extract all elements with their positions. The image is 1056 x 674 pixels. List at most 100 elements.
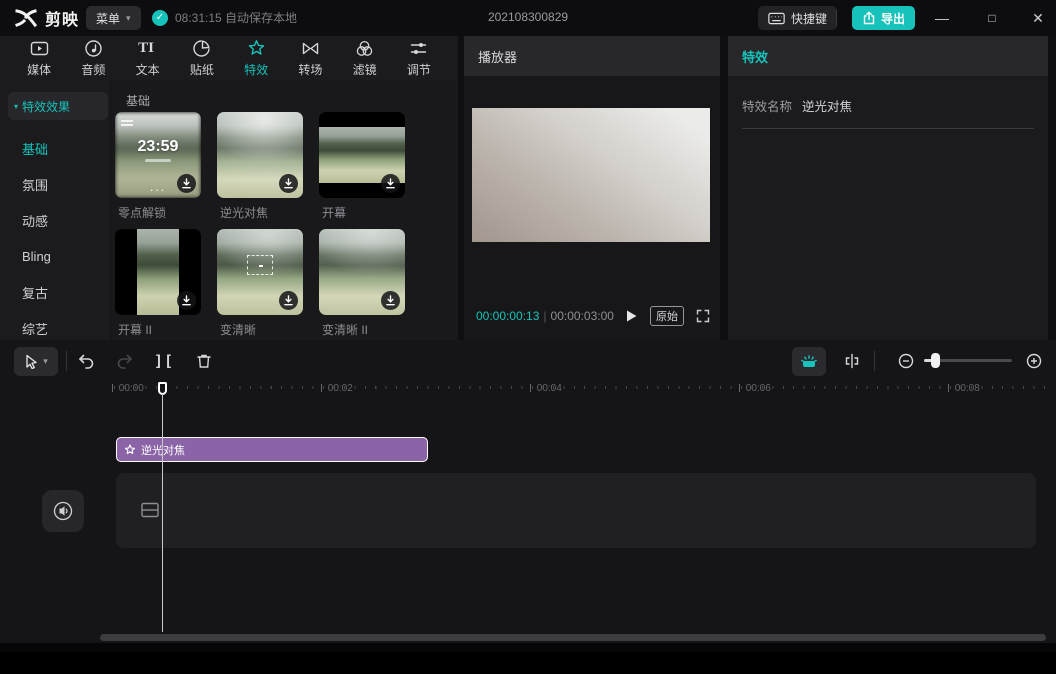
focus-frame-overlay — [247, 255, 273, 275]
delete-button[interactable] — [192, 349, 216, 373]
effect-name-label: 逆光对焦 — [217, 204, 303, 221]
asset-tab[interactable]: 调节 — [392, 36, 446, 80]
sidebar-category-item[interactable]: 动感 — [8, 202, 108, 238]
playhead-line — [162, 394, 164, 632]
film-frame-icon — [140, 501, 160, 519]
horizontal-scrollbar[interactable] — [100, 634, 1046, 641]
asset-tab[interactable]: 音频 — [66, 36, 120, 80]
timeline-bottom-strip — [0, 643, 1056, 652]
playhead[interactable] — [158, 382, 167, 674]
effect-thumbnail — [115, 229, 201, 315]
player-panel: 播放器 00:00:00:13 | 00:00:03:00 原始 — [464, 36, 720, 340]
toolbar-divider — [874, 351, 875, 371]
effect-thumbnail — [217, 229, 303, 315]
zoom-slider-thumb[interactable] — [931, 353, 940, 368]
select-tool-button[interactable]: ▾ — [14, 347, 58, 376]
filter-icon — [355, 39, 374, 58]
effect-name-label: 开幕 II — [115, 321, 201, 338]
effect-name-label: 零点解锁 — [115, 204, 201, 221]
duration-timecode: 00:00:03:00 — [551, 309, 614, 323]
sticker-icon — [192, 39, 211, 58]
timeline-zoom-slider[interactable] — [924, 359, 1012, 362]
titlebar-divider — [836, 10, 837, 26]
section-label: 基础 — [126, 92, 150, 109]
download-icon[interactable] — [381, 174, 400, 193]
asset-tab[interactable]: 滤镜 — [338, 36, 392, 80]
transition-icon — [301, 39, 320, 58]
redo-button[interactable] — [113, 349, 137, 373]
effect-card[interactable]: 23:59 ... 零点解锁 — [115, 112, 201, 221]
play-icon[interactable] — [624, 309, 638, 323]
preview-axis-button[interactable] — [840, 349, 864, 373]
shortcuts-button[interactable]: 快捷键 — [758, 6, 837, 30]
effect-card[interactable]: 开幕 — [319, 112, 405, 221]
effect-thumbnail — [319, 229, 405, 315]
asset-browser-panel: 媒体 音频 TI 文本 贴纸 特效 转场 — [0, 36, 458, 340]
sidebar-category-item[interactable]: 复古 — [8, 274, 108, 310]
maximize-icon[interactable]: □ — [972, 0, 1012, 36]
download-icon[interactable] — [381, 291, 400, 310]
effect-name-label: 变清晰 — [217, 321, 303, 338]
sidebar-category-item[interactable]: 氛围 — [8, 166, 108, 202]
asset-tab[interactable]: 特效 — [229, 36, 283, 80]
ruler-timestamp: 00:02 — [321, 383, 353, 394]
player-controls: 00:00:00:13 | 00:00:03:00 原始 — [476, 306, 710, 326]
split-clip-button[interactable]: ][ — [152, 349, 176, 373]
effect-name-key: 特效名称 — [742, 100, 792, 114]
download-icon[interactable] — [279, 291, 298, 310]
ruler-timestamp: 00:04 — [530, 383, 562, 394]
export-icon — [862, 11, 876, 25]
player-header: 播放器 — [464, 36, 720, 76]
effect-thumbnail — [217, 112, 303, 198]
effects-category-sidebar: ▾ 特效效果 基础 氛围 动感 Bling 复古 综艺 — [8, 92, 108, 340]
asset-tabbar: 媒体 音频 TI 文本 贴纸 特效 转场 — [12, 36, 446, 80]
tool-chevron-icon: ▾ — [43, 356, 48, 367]
asset-tab[interactable]: 贴纸 — [175, 36, 229, 80]
effect-thumbnail — [319, 112, 405, 198]
timeline-ruler[interactable]: 00:00 00:02 00:04 00:06 00:08 — [112, 382, 1056, 400]
ruler-timestamp: 00:00 — [112, 383, 144, 394]
sidebar-category-item[interactable]: 基础 — [8, 130, 108, 166]
adjust-icon — [409, 39, 428, 58]
effect-name-label: 开幕 — [319, 204, 405, 221]
sidebar-group-effects[interactable]: ▾ 特效效果 — [8, 92, 108, 120]
mute-track-button[interactable] — [42, 490, 84, 532]
timeline-section: ▾ ][ — [0, 340, 1056, 652]
asset-tab[interactable]: TI 文本 — [121, 36, 175, 80]
undo-button[interactable] — [74, 349, 98, 373]
download-icon[interactable] — [177, 174, 196, 193]
timeline-toolbar: ▾ ][ — [0, 342, 1056, 380]
main-area: 媒体 音频 TI 文本 贴纸 特效 转场 — [0, 36, 1056, 340]
snapping-toggle-button[interactable] — [792, 347, 826, 376]
thumbnail-clock-text: 23:59 — [115, 138, 201, 162]
download-icon[interactable] — [177, 291, 196, 310]
ruler-timestamp: 00:08 — [948, 383, 980, 394]
download-icon[interactable] — [279, 174, 298, 193]
fullscreen-icon[interactable] — [696, 309, 710, 323]
effect-name-label: 变清晰 II — [319, 321, 405, 338]
quality-selector[interactable]: 原始 — [650, 306, 684, 326]
inspector-divider — [742, 128, 1034, 129]
minimize-icon[interactable]: — — [922, 0, 962, 36]
thumbnail-scene — [137, 229, 179, 315]
effect-card[interactable]: 开幕 II — [115, 229, 201, 338]
effect-card[interactable]: 逆光对焦 — [217, 112, 303, 221]
ruler-timestamp: 00:06 — [739, 383, 771, 394]
effect-name-value: 逆光对焦 — [802, 100, 852, 114]
sidebar-category-item[interactable]: Bling — [8, 238, 108, 274]
zoom-out-icon[interactable] — [894, 349, 918, 373]
media-icon — [30, 39, 49, 58]
effect-card[interactable]: 变清晰 — [217, 229, 303, 338]
close-icon[interactable]: ✕ — [1018, 0, 1056, 36]
zoom-in-icon[interactable] — [1022, 349, 1046, 373]
export-button[interactable]: 导出 — [852, 6, 915, 30]
inspector-header: 特效 — [728, 36, 1048, 76]
effect-star-icon — [124, 444, 136, 456]
titlebar: 剪映 菜单 ▾ ✓ 08:31:15 自动保存本地 202108300829 快… — [0, 0, 1056, 36]
effect-card[interactable]: 变清晰 II — [319, 229, 405, 338]
cursor-icon — [24, 354, 39, 369]
asset-tab[interactable]: 转场 — [283, 36, 337, 80]
asset-tab[interactable]: 媒体 — [12, 36, 66, 80]
video-track[interactable] — [116, 473, 1036, 548]
effects-grid: 23:59 ... 零点解锁 — [115, 112, 405, 338]
